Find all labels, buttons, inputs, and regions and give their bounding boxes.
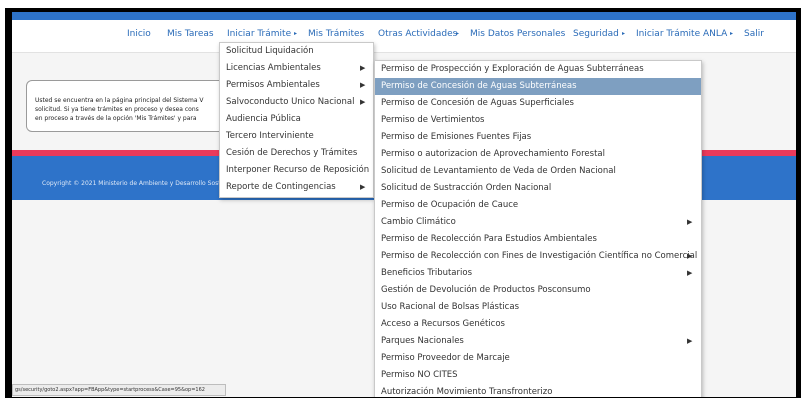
menu-item-label: Beneficios Tributarios <box>381 268 473 278</box>
menu-item-label: Permiso de Recolección Para Estudios Amb… <box>381 234 597 244</box>
menu2-item-beneficios-tributarios[interactable]: Beneficios Tributarios ▶ <box>375 265 701 282</box>
menu-item-label: Permisos Ambientales <box>226 80 320 90</box>
menu-item-label: Reporte de Contingencias <box>226 182 336 192</box>
notice-line: en proceso a través de la opción 'Mis Tr… <box>35 115 197 122</box>
nav-salir[interactable]: Salir <box>744 29 764 39</box>
nav-mis-tareas[interactable]: Mis Tareas <box>167 29 214 39</box>
menu-item-label: Acceso a Recursos Genéticos <box>381 319 505 329</box>
menu2-item-permiso-proveedor-de-marcaje[interactable]: Permiso Proveedor de Marcaje <box>375 350 701 367</box>
menu-item-label: Parques Nacionales <box>381 336 464 346</box>
chevron-right-icon: ▶ <box>687 269 693 277</box>
menu-item-label: Solicitud de Sustracción Orden Nacional <box>381 183 552 193</box>
menu2-item-permiso-de-recoleccion-con-fines-de-investigacion-cientifica-no-comercial[interactable]: Permiso de Recolección con Fines de Inve… <box>375 248 701 265</box>
menu2-item-permiso-de-concesion-de-aguas-subterraneas[interactable]: Permiso de Concesión de Aguas Subterráne… <box>375 78 701 95</box>
menu-item-label: Solicitud de Levantamiento de Veda de Or… <box>381 166 616 176</box>
nav-mis-tramites[interactable]: Mis Trámites <box>308 29 364 39</box>
menu-item-label: Salvoconducto Unico Nacional <box>226 97 355 107</box>
menu2-item-permiso-de-vertimientos[interactable]: Permiso de Vertimientos <box>375 112 701 129</box>
menu-item-label: Permiso de Emisiones Fuentes Fijas <box>381 132 532 142</box>
menu-item-label: Permiso NO CITES <box>381 370 458 380</box>
menu2-item-permiso-de-concesion-de-aguas-superficiales[interactable]: Permiso de Concesión de Aguas Superficia… <box>375 95 701 112</box>
menu-item-label: Cesión de Derechos y Trámites <box>226 148 358 158</box>
notice-line: Usted se encuentra en la página principa… <box>35 97 204 104</box>
menu1-item-salvoconducto-unico-nacional[interactable]: Salvoconducto Unico Nacional ▶ <box>220 94 373 111</box>
menu-item-label: Permiso de Concesión de Aguas Subterráne… <box>381 81 577 91</box>
menu-item-label: Permiso de Vertimientos <box>381 115 485 125</box>
menu1-item-reporte-de-contingencias[interactable]: Reporte de Contingencias ▶ <box>220 179 373 196</box>
menu1-item-tercero-interviniente[interactable]: Tercero Interviniente <box>220 128 373 145</box>
menu-item-label: Permiso de Prospección y Exploración de … <box>381 64 644 74</box>
chevron-right-icon: ▶ <box>360 81 366 89</box>
menu2-item-permiso-de-ocupacion-de-cauce[interactable]: Permiso de Ocupación de Cauce <box>375 197 701 214</box>
menu-item-label: Audiencia Pública <box>226 114 301 124</box>
menu1-item-permisos-ambientales[interactable]: Permisos Ambientales ▶ <box>220 77 373 94</box>
menu2-item-permiso-o-autorizacion-de-aprovechamiento-forestal[interactable]: Permiso o autorizacion de Aprovechamient… <box>375 146 701 163</box>
menu-item-label: Gestión de Devolución de Productos Posco… <box>381 285 591 295</box>
menu-item-label: Licencias Ambientales <box>226 63 321 73</box>
menu-item-label: Interponer Recurso de Reposición <box>226 165 370 175</box>
menu-item-label: Permiso de Recolección con Fines de Inve… <box>381 251 698 261</box>
chevron-right-icon: ▶ <box>360 98 366 106</box>
footer-copyright: Copyright © 2021 Ministerio de Ambiente … <box>42 180 221 187</box>
nav-mis-datos-personales[interactable]: Mis Datos Personales <box>470 29 565 39</box>
menu2-item-cambio-climatico[interactable]: Cambio Climático ▶ <box>375 214 701 231</box>
menu2-item-solicitud-de-levantamiento-de-veda-de-orden-nacional[interactable]: Solicitud de Levantamiento de Veda de Or… <box>375 163 701 180</box>
menu-item-label: Permiso Proveedor de Marcaje <box>381 353 510 363</box>
menu-item-label: Uso Racional de Bolsas Plásticas <box>381 302 519 312</box>
menu1-item-solicitud-liquidacion[interactable]: Solicitud Liquidación <box>220 43 373 60</box>
nav-separator-icon: ▸ <box>456 30 460 37</box>
menu1-item-licencias-ambientales[interactable]: Licencias Ambientales ▶ <box>220 60 373 77</box>
nav-separator-icon: ▸ <box>730 30 734 37</box>
menu2-item-permiso-no-cites[interactable]: Permiso NO CITES <box>375 367 701 384</box>
menu1-item-audiencia-publica[interactable]: Audiencia Pública <box>220 111 373 128</box>
nav-iniciar-tramite-anla[interactable]: Iniciar Trámite ANLA <box>636 29 727 39</box>
menu-item-label: Permiso o autorizacion de Aprovechamient… <box>381 149 605 159</box>
menu1-item-cesion-de-derechos-y-tramites[interactable]: Cesión de Derechos y Trámites <box>220 145 373 162</box>
menu-item-label: Cambio Climático <box>381 217 456 227</box>
menu2-item-permiso-de-recoleccion-para-estudios-ambientales[interactable]: Permiso de Recolección Para Estudios Amb… <box>375 231 701 248</box>
menu-item-label: Solicitud Liquidación <box>226 46 314 56</box>
notice-line: solicitud. Si ya tiene trámites en proce… <box>35 106 199 113</box>
menu2-item-solicitud-de-sustraccion-orden-nacional[interactable]: Solicitud de Sustracción Orden Nacional <box>375 180 701 197</box>
menu-item-label: Permiso de Ocupación de Cauce <box>381 200 519 210</box>
nav-separator-icon: ▸ <box>294 30 298 37</box>
nav-iniciar-tramite[interactable]: Iniciar Trámite <box>227 29 291 39</box>
menu-item-label: Permiso de Concesión de Aguas Superficia… <box>381 98 574 108</box>
top-blue-bar <box>12 12 796 20</box>
menu2-item-acceso-a-recursos-geneticos[interactable]: Acceso a Recursos Genéticos <box>375 316 701 333</box>
menu-item-label: Tercero Interviniente <box>226 131 314 141</box>
permisos-ambientales-submenu: Permiso de Prospección y Exploración de … <box>374 60 702 397</box>
menu2-item-autorizacion-movimiento-transfronterizo[interactable]: Autorización Movimiento Transfronterizo <box>375 384 701 397</box>
nav-separator-icon: ▸ <box>622 30 626 37</box>
nav-inicio[interactable]: Inicio <box>127 29 151 39</box>
browser-page: Inicio Mis Tareas Iniciar Trámite ▸ Mis … <box>12 12 796 397</box>
chevron-right-icon: ▶ <box>360 64 366 72</box>
chevron-right-icon: ▶ <box>360 183 366 191</box>
menu2-item-parques-nacionales[interactable]: Parques Nacionales ▶ <box>375 333 701 350</box>
nav-seguridad[interactable]: Seguridad <box>573 29 619 39</box>
menu-item-label: Autorización Movimiento Transfronterizo <box>381 387 553 397</box>
iniciar-tramite-menu: Solicitud Liquidación Licencias Ambiental… <box>219 42 374 198</box>
status-bar-url: gs/security/goto2.aspx?app=FBApp&type=st… <box>12 384 226 396</box>
menu2-item-permiso-de-prospeccion-y-exploracion-de-aguas-subterraneas[interactable]: Permiso de Prospección y Exploración de … <box>375 61 701 78</box>
welcome-notice: Usted se encuentra en la página principa… <box>26 80 238 132</box>
chevron-right-icon: ▶ <box>687 337 693 345</box>
chevron-right-icon: ▶ <box>687 218 693 226</box>
menu2-item-uso-racional-de-bolsas-plasticas[interactable]: Uso Racional de Bolsas Plásticas <box>375 299 701 316</box>
nav-otras-actividades[interactable]: Otras Actividades <box>378 29 457 39</box>
main-nav: Inicio Mis Tareas Iniciar Trámite ▸ Mis … <box>12 20 796 53</box>
chevron-right-icon: ▶ <box>687 252 693 260</box>
menu2-item-gestion-de-devolucion-de-productos-posconsumo[interactable]: Gestión de Devolución de Productos Posco… <box>375 282 701 299</box>
menu1-item-interponer-recurso-de-reposicion[interactable]: Interponer Recurso de Reposición <box>220 162 373 179</box>
menu2-item-permiso-de-emisiones-fuentes-fijas[interactable]: Permiso de Emisiones Fuentes Fijas <box>375 129 701 146</box>
